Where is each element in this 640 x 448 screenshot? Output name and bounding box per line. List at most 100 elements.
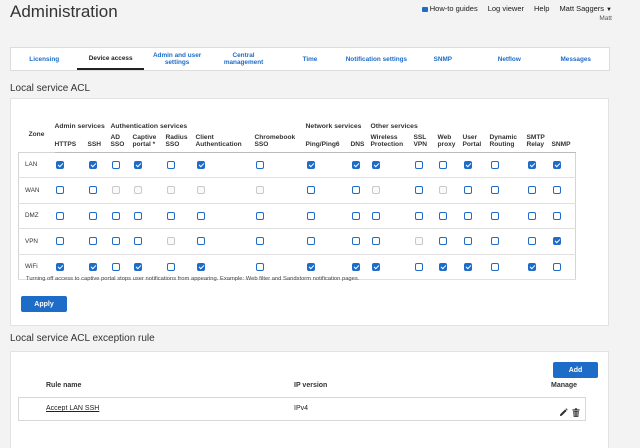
checkbox-wifi-ad-sso[interactable] [111, 262, 120, 271]
edit-icon[interactable] [559, 404, 568, 422]
ip-version-header: IP version [294, 382, 328, 389]
help-link[interactable]: Help [534, 4, 549, 13]
checkbox-lan-https[interactable] [55, 160, 64, 169]
checkbox-vpn-dns[interactable] [351, 237, 360, 246]
how-to-guides-link[interactable]: How-to guides [421, 4, 478, 13]
checkbox-dmz-client-authentication[interactable] [196, 211, 205, 220]
checkbox-lan-ssh[interactable] [88, 160, 97, 169]
checkbox-vpn-ssh[interactable] [88, 237, 97, 246]
checkbox-vpn-ad-sso[interactable] [111, 237, 120, 246]
checkbox-lan-ad-sso[interactable] [111, 160, 120, 169]
checkbox-wan-wireless-protection [371, 186, 380, 195]
checkbox-wan-ssl-vpn[interactable] [414, 186, 423, 195]
col-radius-sso: Radius SSO [165, 130, 196, 153]
checkbox-vpn-user-portal[interactable] [463, 237, 472, 246]
tab-central-management[interactable]: Central management [210, 48, 276, 70]
checkbox-lan-client-authentication[interactable] [196, 160, 205, 169]
checkbox-wifi-captive-portal[interactable] [133, 262, 142, 271]
checkbox-dmz-https[interactable] [55, 211, 64, 220]
table-row: Accept LAN SSH IPv4 [18, 397, 586, 421]
checkbox-dmz-ssl-vpn[interactable] [414, 211, 423, 220]
checkbox-wifi-user-portal[interactable] [463, 262, 472, 271]
checkbox-wan-dynamic-routing[interactable] [490, 186, 499, 195]
checkbox-wifi-ssl-vpn[interactable] [414, 262, 423, 271]
checkbox-wifi-radius-sso[interactable] [166, 262, 175, 271]
checkbox-wan-web-proxy [438, 186, 447, 195]
checkbox-dmz-dynamic-routing[interactable] [490, 211, 499, 220]
checkbox-dmz-captive-portal[interactable] [133, 211, 142, 220]
video-icon [421, 7, 428, 12]
checkbox-dmz-chromebook-sso[interactable] [255, 211, 264, 220]
checkbox-lan-wireless-protection[interactable] [371, 160, 380, 169]
checkbox-lan-ssl-vpn[interactable] [414, 160, 423, 169]
checkbox-dmz-ssh[interactable] [88, 211, 97, 220]
checkbox-vpn-https[interactable] [55, 237, 64, 246]
tab-messages[interactable]: Messages [543, 48, 609, 70]
checkbox-lan-radius-sso[interactable] [166, 160, 175, 169]
apply-button[interactable]: Apply [21, 296, 67, 312]
checkbox-dmz-user-portal[interactable] [463, 211, 472, 220]
checkbox-lan-dynamic-routing[interactable] [490, 160, 499, 169]
checkbox-wan-snmp[interactable] [552, 186, 561, 195]
checkbox-lan-web-proxy[interactable] [438, 160, 447, 169]
add-rule-button[interactable]: Add [553, 362, 598, 378]
trash-icon[interactable] [572, 404, 580, 422]
caret-down-icon: ▼ [606, 7, 612, 13]
checkbox-wan-https[interactable] [55, 186, 64, 195]
acl-table: Zone Admin services Authentication servi… [18, 118, 576, 280]
col-snmp: SNMP [551, 130, 576, 153]
tab-device-access[interactable]: Device access [77, 48, 144, 70]
tab-admin-user-settings[interactable]: Admin and user settings [144, 48, 210, 70]
user-subtitle: Matt [599, 15, 612, 22]
checkbox-vpn-client-authentication[interactable] [196, 237, 205, 246]
checkbox-wifi-smtp-relay[interactable] [527, 262, 536, 271]
checkbox-vpn-ping[interactable] [306, 237, 315, 246]
user-menu[interactable]: Matt Saggers ▼ [559, 4, 612, 13]
checkbox-vpn-smtp-relay[interactable] [527, 237, 536, 246]
tab-licensing[interactable]: Licensing [11, 48, 77, 70]
checkbox-wifi-client-authentication[interactable] [196, 262, 205, 271]
checkbox-vpn-wireless-protection[interactable] [371, 237, 380, 246]
checkbox-dmz-ad-sso[interactable] [111, 211, 120, 220]
checkbox-dmz-ping[interactable] [306, 211, 315, 220]
checkbox-vpn-dynamic-routing[interactable] [490, 237, 499, 246]
checkbox-wifi-https[interactable] [55, 262, 64, 271]
checkbox-wifi-ping[interactable] [306, 262, 315, 271]
checkbox-lan-ping[interactable] [306, 160, 315, 169]
checkbox-vpn-web-proxy[interactable] [438, 237, 447, 246]
checkbox-dmz-wireless-protection[interactable] [371, 211, 380, 220]
checkbox-wan-ssh[interactable] [88, 186, 97, 195]
checkbox-wan-ping[interactable] [306, 186, 315, 195]
checkbox-vpn-captive-portal[interactable] [133, 237, 142, 246]
log-viewer-link[interactable]: Log viewer [488, 4, 524, 13]
checkbox-lan-dns[interactable] [351, 160, 360, 169]
tab-snmp[interactable]: SNMP [410, 48, 476, 70]
checkbox-dmz-web-proxy[interactable] [438, 211, 447, 220]
checkbox-vpn-chromebook-sso[interactable] [255, 237, 264, 246]
checkbox-lan-captive-portal[interactable] [133, 160, 142, 169]
checkbox-lan-snmp[interactable] [552, 160, 561, 169]
checkbox-dmz-snmp[interactable] [552, 211, 561, 220]
checkbox-lan-user-portal[interactable] [463, 160, 472, 169]
checkbox-wan-dns[interactable] [351, 186, 360, 195]
checkbox-wifi-dns[interactable] [351, 262, 360, 271]
rule-name-link[interactable]: Accept LAN SSH [46, 405, 99, 412]
checkbox-dmz-smtp-relay[interactable] [527, 211, 536, 220]
checkbox-wifi-chromebook-sso[interactable] [255, 262, 264, 271]
checkbox-wan-smtp-relay[interactable] [527, 186, 536, 195]
checkbox-dmz-dns[interactable] [351, 211, 360, 220]
checkbox-vpn-snmp[interactable] [552, 237, 561, 246]
checkbox-wifi-snmp[interactable] [552, 262, 561, 271]
checkbox-wan-user-portal[interactable] [463, 186, 472, 195]
checkbox-wifi-web-proxy[interactable] [438, 262, 447, 271]
checkbox-wifi-dynamic-routing[interactable] [490, 262, 499, 271]
tab-time[interactable]: Time [277, 48, 343, 70]
tab-netflow[interactable]: Netflow [476, 48, 542, 70]
checkbox-wifi-ssh[interactable] [88, 262, 97, 271]
checkbox-dmz-radius-sso[interactable] [166, 211, 175, 220]
table-row: DMZ [18, 203, 576, 229]
checkbox-wifi-wireless-protection[interactable] [371, 262, 380, 271]
tab-notification-settings[interactable]: Notification settings [343, 48, 409, 70]
checkbox-lan-smtp-relay[interactable] [527, 160, 536, 169]
checkbox-lan-chromebook-sso[interactable] [255, 160, 264, 169]
